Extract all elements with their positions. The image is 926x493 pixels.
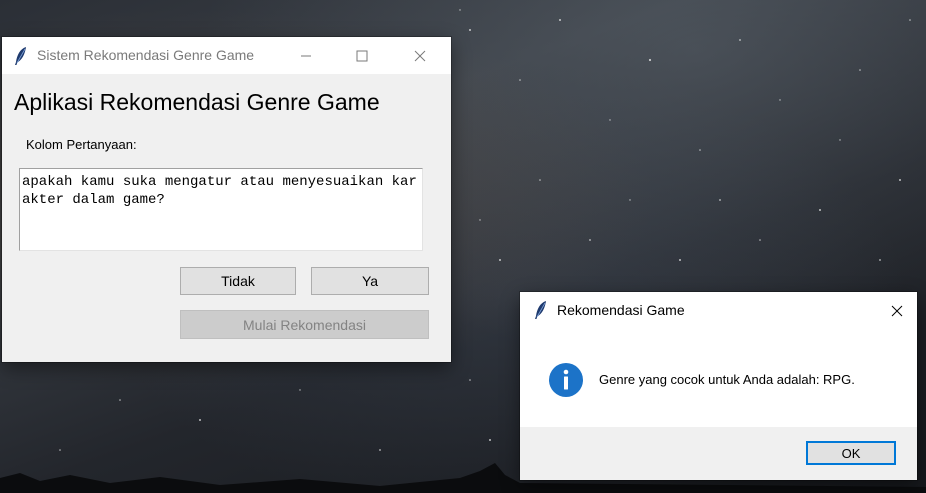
maximize-button[interactable] bbox=[339, 37, 385, 74]
main-window-title: Sistem Rekomendasi Genre Game bbox=[37, 47, 255, 63]
minimize-icon bbox=[301, 55, 311, 56]
main-window: Sistem Rekomendasi Genre Game Aplikasi R… bbox=[2, 37, 451, 362]
close-button[interactable] bbox=[397, 37, 443, 74]
message-box-title: Rekomendasi Game bbox=[557, 302, 685, 318]
no-button[interactable]: Tidak bbox=[180, 267, 296, 295]
maximize-icon bbox=[356, 50, 368, 61]
yes-button[interactable]: Ya bbox=[311, 267, 429, 295]
close-icon bbox=[414, 50, 426, 61]
message-footer: OK bbox=[520, 427, 917, 480]
message-titlebar[interactable]: Rekomendasi Game bbox=[520, 292, 917, 329]
message-close-button[interactable] bbox=[876, 292, 917, 329]
start-recommendation-button[interactable]: Mulai Rekomendasi bbox=[180, 310, 429, 339]
feather-icon bbox=[535, 301, 546, 319]
app-heading: Aplikasi Rekomendasi Genre Game bbox=[14, 89, 380, 115]
minimize-button[interactable] bbox=[283, 37, 329, 74]
message-text: Genre yang cocok untuk Anda adalah: RPG. bbox=[599, 372, 855, 387]
feather-icon bbox=[15, 47, 26, 65]
question-textbox[interactable]: apakah kamu suka mengatur atau menyesuai… bbox=[19, 168, 423, 251]
ok-button[interactable]: OK bbox=[806, 441, 896, 465]
message-box: Rekomendasi Game Genre yang cocok untuk … bbox=[520, 292, 917, 480]
info-icon bbox=[549, 363, 583, 397]
question-label: Kolom Pertanyaan: bbox=[26, 137, 137, 152]
main-titlebar[interactable]: Sistem Rekomendasi Genre Game bbox=[2, 37, 451, 74]
close-icon bbox=[891, 305, 902, 316]
